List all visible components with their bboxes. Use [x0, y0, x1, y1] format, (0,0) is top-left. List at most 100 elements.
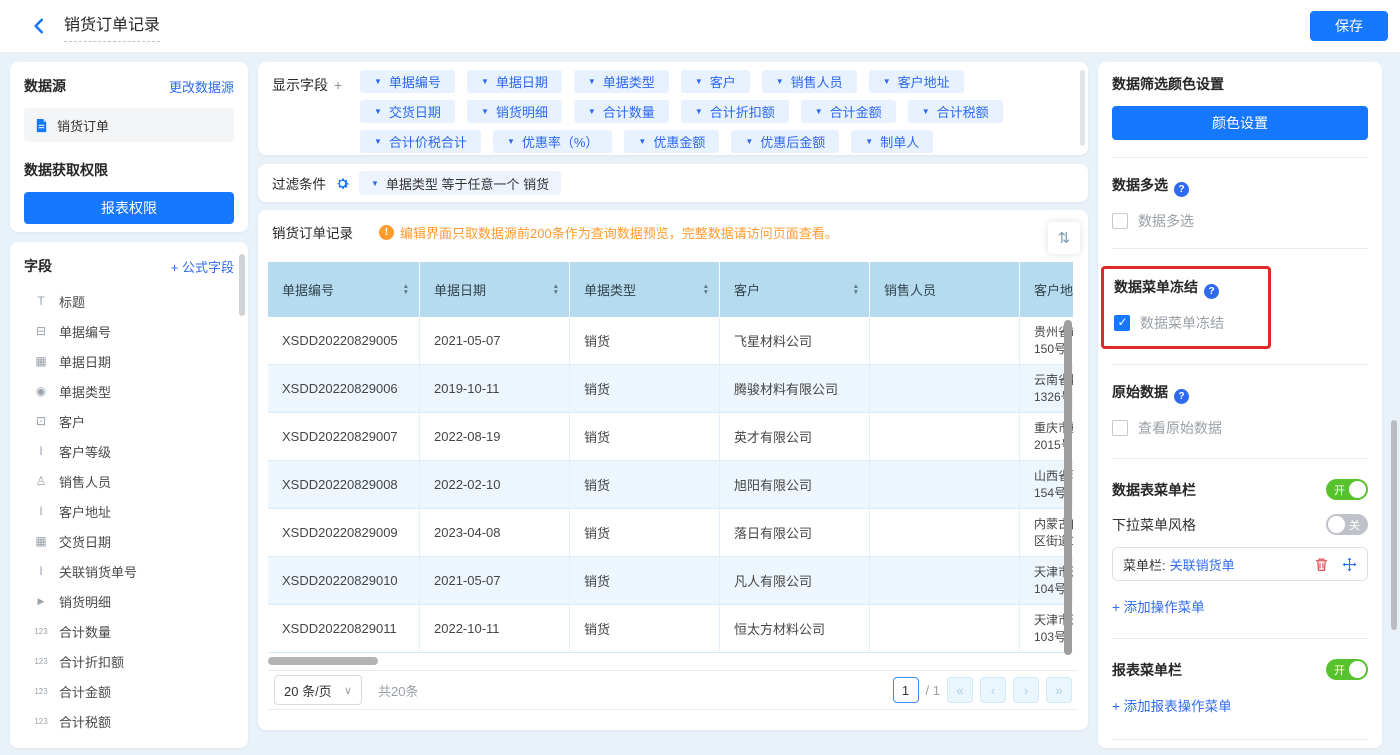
first-page-button[interactable]: «: [947, 677, 973, 703]
filter-condition-chip[interactable]: ▼单据类型 等于任意一个 销货: [359, 171, 561, 195]
column-header-doc-type[interactable]: 单据类型▲▼: [570, 262, 720, 317]
toggle-knob: [1328, 516, 1345, 533]
page-input[interactable]: 1: [893, 677, 919, 703]
table-row[interactable]: XSDD20220829010 2021-05-07 销货 凡人有限公司 天津市…: [268, 557, 1073, 605]
multi-select-checkbox[interactable]: [1112, 213, 1128, 229]
add-report-action-link[interactable]: + 添加报表操作菜单: [1112, 695, 1368, 715]
field-item-total-discount[interactable]: 123合计折扣额: [24, 646, 234, 676]
cell-doc-date: 2021-05-07: [420, 317, 570, 364]
field-chip[interactable]: ▼合计数量: [574, 100, 669, 123]
field-item-total-tax[interactable]: 123合计税额: [24, 706, 234, 736]
display-fields-scrollbar[interactable]: [1080, 70, 1085, 146]
field-item-total-amount[interactable]: 123合计金额: [24, 676, 234, 706]
sort-arrows-icon: ⇅: [1058, 229, 1071, 247]
toggle-on-label: 开: [1334, 482, 1345, 498]
help-icon[interactable]: ?: [1174, 182, 1189, 197]
field-chip[interactable]: ▼优惠率（%）: [493, 130, 612, 153]
menubar-value[interactable]: 关联销货单: [1170, 555, 1235, 574]
table-row[interactable]: XSDD20220829011 2022-10-11 销货 恒太方材料公司 天津…: [268, 605, 1073, 653]
cell-salesperson: [870, 557, 1020, 604]
fields-scrollbar[interactable]: [239, 254, 245, 316]
field-chip[interactable]: ▼合计税额: [908, 100, 1003, 123]
field-chip[interactable]: ▼客户: [681, 70, 750, 93]
page-size-select[interactable]: 20 条/页 ∨: [274, 675, 362, 705]
field-chip[interactable]: ▼交货日期: [360, 100, 455, 123]
field-chip[interactable]: ▼销售人员: [762, 70, 857, 93]
add-display-field-button[interactable]: +: [334, 77, 342, 93]
report-permission-button[interactable]: 报表权限: [24, 192, 234, 224]
cell-salesperson: [870, 509, 1020, 556]
field-chip[interactable]: ▼合计折扣额: [681, 100, 789, 123]
color-settings-button[interactable]: 颜色设置: [1112, 106, 1368, 140]
field-chip[interactable]: ▼单据日期: [467, 70, 562, 93]
cell-salesperson: [870, 317, 1020, 364]
field-item-title[interactable]: T标题: [24, 286, 234, 316]
permission-title: 数据获取权限: [24, 160, 234, 180]
window-scrollbar[interactable]: [1391, 420, 1397, 630]
menu-freeze-checkbox-label: 数据菜单冻结: [1140, 313, 1224, 333]
field-item-related-order-no[interactable]: I关联销货单号: [24, 556, 234, 586]
cell-doc-date: 2022-08-19: [420, 413, 570, 460]
table-row[interactable]: XSDD20220829006 2019-10-11 销货 腾骏材料有限公司 云…: [268, 365, 1073, 413]
column-header-doc-no[interactable]: 单据编号▲▼: [268, 262, 420, 317]
field-chip[interactable]: ▼优惠后金额: [731, 130, 839, 153]
sort-toggle-button[interactable]: ⇅: [1048, 222, 1080, 254]
field-item-customer-address[interactable]: I客户地址: [24, 496, 234, 526]
help-icon[interactable]: ?: [1204, 284, 1219, 299]
table-row[interactable]: XSDD20220829005 2021-05-07 销货 飞星材料公司 贵州省…: [268, 317, 1073, 365]
save-button[interactable]: 保存: [1310, 11, 1388, 41]
field-chip[interactable]: ▼单据编号: [360, 70, 455, 93]
last-page-button[interactable]: »: [1046, 677, 1072, 703]
field-chip[interactable]: ▼客户地址: [869, 70, 964, 93]
field-chip[interactable]: ▼销货明细: [467, 100, 562, 123]
back-icon[interactable]: [28, 15, 50, 37]
column-label: 单据日期: [434, 280, 486, 299]
field-item-doc-no[interactable]: ⊟单据编号: [24, 316, 234, 346]
change-datasource-link[interactable]: 更改数据源: [169, 77, 234, 96]
field-item-doc-type[interactable]: ◉单据类型: [24, 376, 234, 406]
table-panel: 销货订单记录 ! 编辑界面只取数据源前200条作为查询数据预览，完整数据请访问页…: [258, 210, 1088, 730]
menu-freeze-checkbox[interactable]: [1114, 315, 1130, 331]
raw-data-checkbox[interactable]: [1112, 420, 1128, 436]
datasource-item[interactable]: 销货订单: [24, 108, 234, 142]
prev-page-button[interactable]: ‹: [980, 677, 1006, 703]
display-fields-label: 显示字段: [272, 77, 328, 93]
add-action-menu-link[interactable]: + 添加操作菜单: [1112, 596, 1368, 616]
table-vertical-scrollbar[interactable]: [1064, 320, 1072, 655]
table-row[interactable]: XSDD20220829008 2022-02-10 销货 旭阳有限公司 山西省…: [268, 461, 1073, 509]
field-item-customer[interactable]: ⊡客户: [24, 406, 234, 436]
cell-doc-no: XSDD20220829005: [268, 317, 420, 364]
first-page-icon: «: [956, 683, 963, 698]
cell-doc-type: 销货: [570, 605, 720, 652]
table-row[interactable]: XSDD20220829009 2023-04-08 销货 落日有限公司 内蒙古…: [268, 509, 1073, 557]
next-page-button[interactable]: ›: [1013, 677, 1039, 703]
field-chip[interactable]: ▼优惠金额: [624, 130, 719, 153]
field-chip[interactable]: ▼合计金额: [801, 100, 896, 123]
field-chip[interactable]: ▼合计价税合计: [360, 130, 481, 153]
field-item-delivery-date[interactable]: ▦交货日期: [24, 526, 234, 556]
trash-icon[interactable]: [1313, 556, 1329, 572]
column-label: 单据编号: [282, 280, 334, 299]
field-item-sales-detail[interactable]: ▶销货明细: [24, 586, 234, 616]
move-icon[interactable]: [1341, 556, 1357, 572]
toggle-knob: [1349, 481, 1366, 498]
field-item-salesperson[interactable]: ♙销售人员: [24, 466, 234, 496]
formula-field-link[interactable]: + 公式字段: [171, 257, 234, 276]
table-row[interactable]: XSDD20220829007 2022-08-19 销货 英才有限公司 重庆市…: [268, 413, 1073, 461]
dropdown-style-toggle[interactable]: 关: [1326, 514, 1368, 535]
field-item-doc-date[interactable]: ▦单据日期: [24, 346, 234, 376]
table-horizontal-scrollbar[interactable]: [268, 657, 378, 665]
column-header-customer-address[interactable]: 客户地址: [1020, 262, 1073, 317]
field-item-total-qty[interactable]: 123合计数量: [24, 616, 234, 646]
gear-icon[interactable]: [335, 176, 350, 191]
column-header-doc-date[interactable]: 单据日期▲▼: [420, 262, 570, 317]
column-header-salesperson[interactable]: 销售人员: [870, 262, 1020, 317]
column-header-customer[interactable]: 客户▲▼: [720, 262, 870, 317]
field-chip[interactable]: ▼单据类型: [574, 70, 669, 93]
field-chip[interactable]: ▼制单人: [851, 130, 933, 153]
report-menubar-toggle[interactable]: 开: [1326, 659, 1368, 680]
field-item-customer-level[interactable]: I客户等级: [24, 436, 234, 466]
help-icon[interactable]: ?: [1174, 389, 1189, 404]
table-menubar-toggle[interactable]: 开: [1326, 479, 1368, 500]
chip-label: 优惠后金额: [760, 132, 825, 151]
